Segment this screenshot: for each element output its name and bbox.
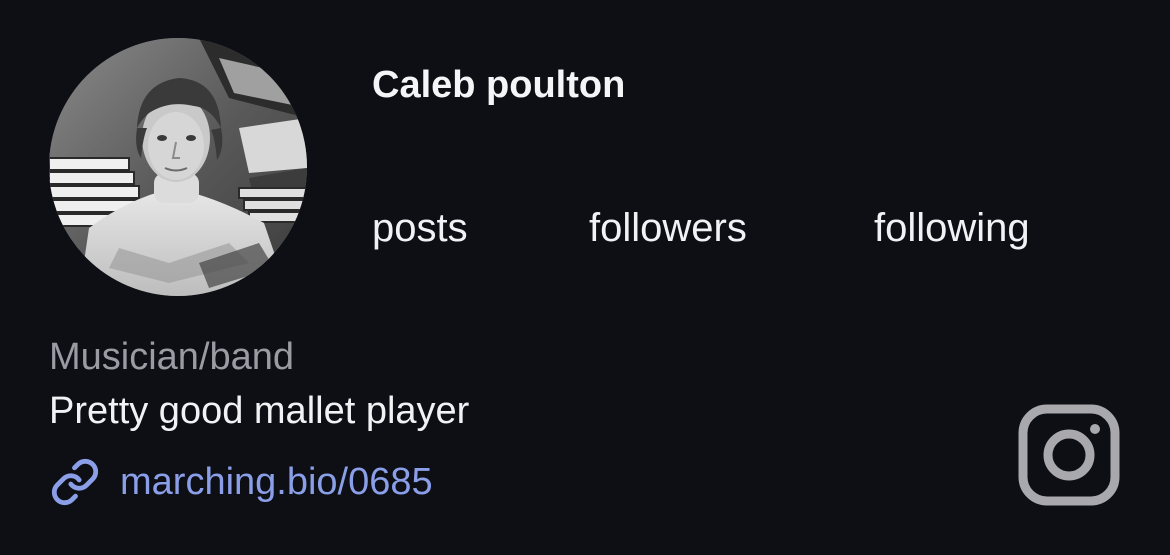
instagram-icon[interactable] <box>1018 404 1120 506</box>
posts-stat[interactable]: posts <box>372 205 468 251</box>
profile-category: Musician/band <box>49 336 295 378</box>
following-stat[interactable]: following <box>874 205 1030 251</box>
profile-avatar[interactable] <box>49 38 307 296</box>
profile-link[interactable]: marching.bio/0685 <box>49 457 433 507</box>
followers-stat[interactable]: followers <box>589 205 747 251</box>
link-text[interactable]: marching.bio/0685 <box>120 460 433 504</box>
link-icon <box>49 457 101 507</box>
avatar-photo <box>49 38 307 296</box>
profile-bio: Pretty good mallet player <box>49 390 470 432</box>
profile-name: Caleb poulton <box>372 64 626 106</box>
